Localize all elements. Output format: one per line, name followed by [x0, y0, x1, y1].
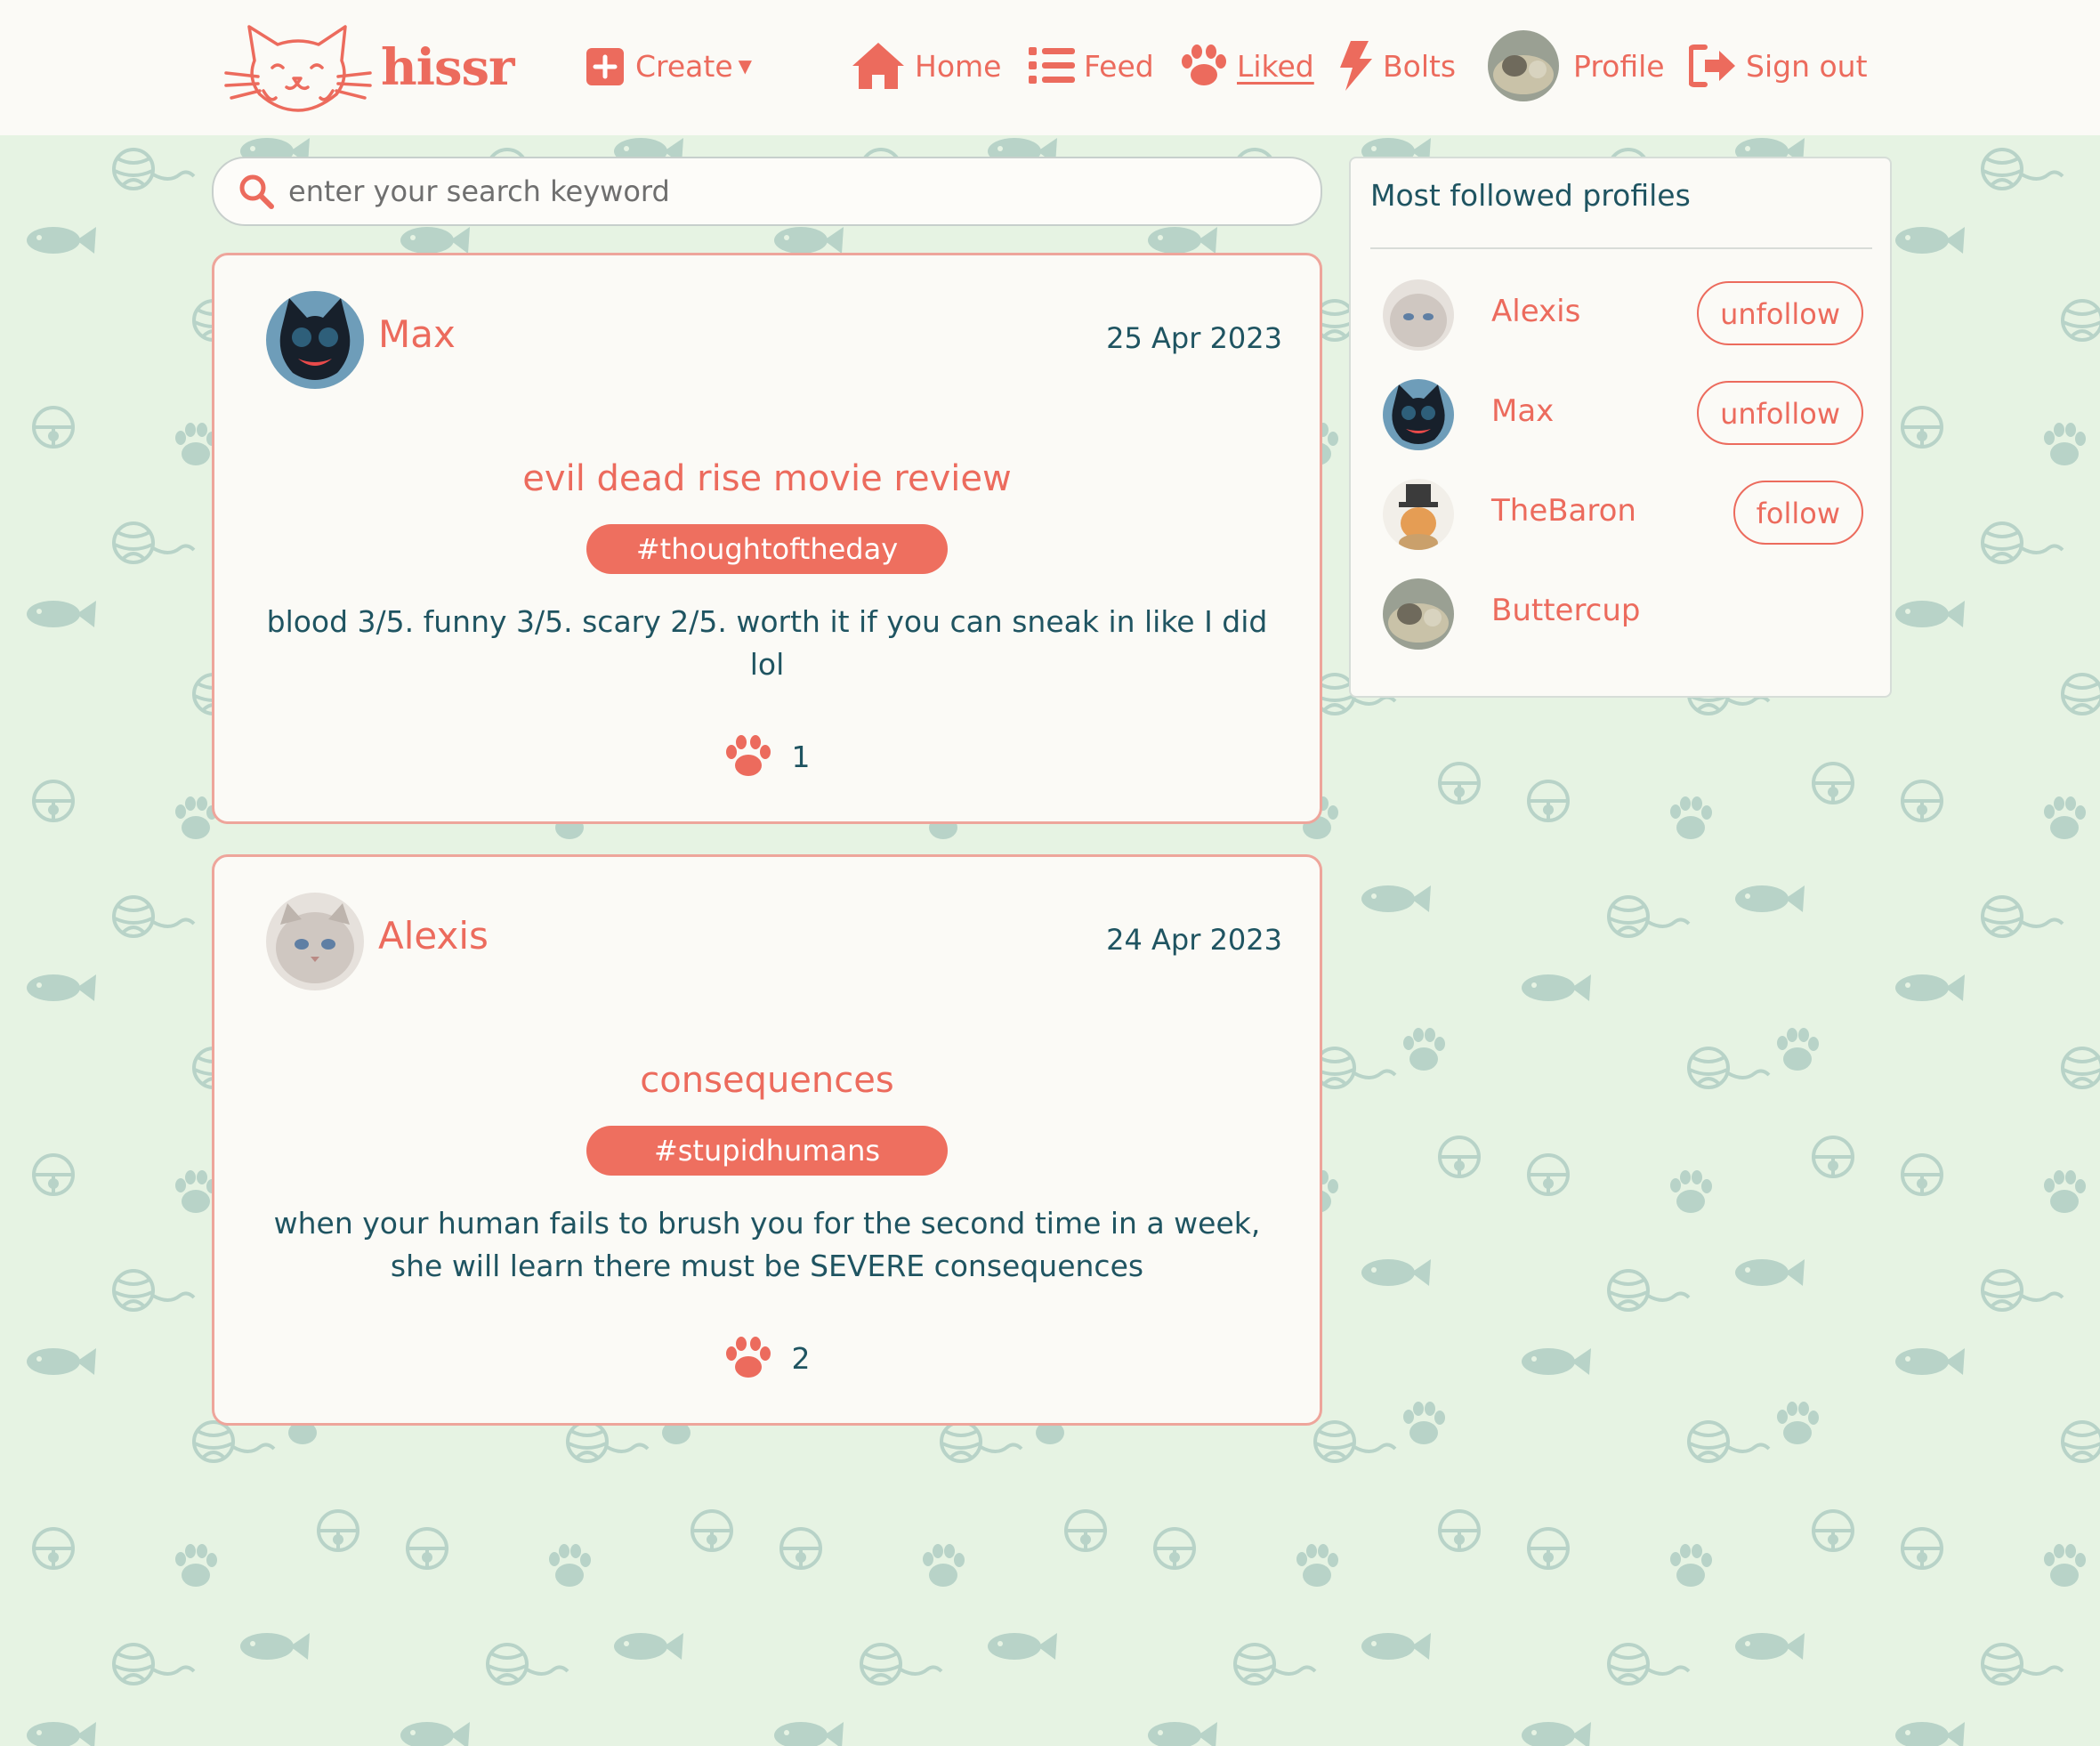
post-author[interactable]: Alexis: [378, 914, 489, 958]
like-control: 1: [214, 734, 1320, 779]
caret-down-icon: ▼: [738, 55, 753, 77]
profile-row: Max unfollow: [1351, 370, 1890, 459]
brand-name: hissr: [381, 38, 515, 97]
like-control: 2: [214, 1336, 1320, 1380]
search-icon: [239, 174, 274, 209]
profile-name[interactable]: Alexis: [1491, 294, 1580, 329]
nav-profile-label: Profile: [1573, 48, 1665, 84]
brand-link[interactable]: hissr: [222, 21, 515, 114]
post-card: Max 25 Apr 2023 evil dead rise movie rev…: [212, 253, 1322, 824]
post-date: 24 Apr 2023: [1106, 923, 1282, 957]
nav-feed[interactable]: Feed: [1029, 39, 1154, 93]
post-card: Alexis 24 Apr 2023 consequences #stupidh…: [212, 854, 1322, 1426]
avatar[interactable]: [1383, 279, 1454, 351]
unfollow-button[interactable]: unfollow: [1697, 281, 1863, 345]
cat-logo-icon: [224, 25, 372, 112]
profile-row: TheBaron follow: [1351, 470, 1890, 559]
search-input[interactable]: [287, 174, 1269, 209]
nav-bolts[interactable]: Bolts: [1338, 39, 1456, 93]
nav-profile[interactable]: Profile: [1488, 30, 1665, 101]
avatar[interactable]: [1383, 578, 1454, 650]
like-count: 1: [791, 739, 811, 774]
unfollow-button[interactable]: unfollow: [1697, 381, 1863, 445]
avatar: [1488, 30, 1559, 101]
like-count: 2: [791, 1340, 811, 1376]
avatar[interactable]: [1383, 379, 1454, 450]
nav-bolts-label: Bolts: [1383, 48, 1457, 84]
nav-create-label: Create: [635, 48, 733, 84]
paw-icon[interactable]: [724, 1336, 772, 1380]
nav-sign-out[interactable]: Sign out: [1689, 39, 1868, 93]
profile-name[interactable]: TheBaron: [1491, 493, 1636, 529]
nav-sign-out-label: Sign out: [1746, 48, 1868, 84]
navbar: hissr Create ▼ Home Feed Liked Bolts Pro…: [0, 0, 2100, 135]
bolt-icon: [1340, 41, 1372, 91]
divider: [1370, 247, 1872, 249]
nav-liked[interactable]: Liked: [1180, 39, 1314, 93]
follow-button[interactable]: follow: [1732, 481, 1863, 545]
sidebar-title: Most followed profiles: [1370, 178, 1691, 213]
profile-name[interactable]: Max: [1491, 393, 1554, 429]
paw-icon[interactable]: [724, 734, 772, 779]
avatar[interactable]: [266, 893, 364, 990]
sign-out-icon: [1689, 44, 1735, 87]
profile-row: Buttercup: [1351, 570, 1890, 659]
post-title[interactable]: consequences: [214, 1060, 1320, 1101]
avatar[interactable]: [1383, 479, 1454, 550]
post-tag[interactable]: #thoughtoftheday: [586, 524, 948, 574]
home-icon: [852, 43, 904, 89]
post-title[interactable]: evil dead rise movie review: [214, 458, 1320, 499]
nav-liked-label: Liked: [1237, 48, 1314, 84]
post-body: blood 3/5. funny 3/5. scary 2/5. worth i…: [266, 604, 1268, 682]
post-tag[interactable]: #stupidhumans: [586, 1126, 948, 1176]
nav-home[interactable]: Home: [851, 39, 1001, 93]
plus-square-icon: [586, 48, 624, 85]
post-body: when your human fails to brush you for t…: [273, 1206, 1261, 1283]
nav-create-dropdown[interactable]: Create ▼: [586, 39, 752, 93]
post-author[interactable]: Max: [378, 312, 456, 356]
profile-name[interactable]: Buttercup: [1491, 593, 1641, 628]
avatar[interactable]: [266, 291, 364, 389]
list-icon: [1029, 47, 1075, 84]
post-date: 25 Apr 2023: [1106, 321, 1282, 355]
most-followed-panel: Most followed profiles Alexis unfollow M…: [1349, 157, 1892, 698]
search-bar: [212, 157, 1322, 226]
nav-feed-label: Feed: [1084, 48, 1154, 84]
paw-icon: [1182, 44, 1226, 85]
nav-home-label: Home: [915, 48, 1002, 84]
profile-row: Alexis unfollow: [1351, 271, 1890, 360]
